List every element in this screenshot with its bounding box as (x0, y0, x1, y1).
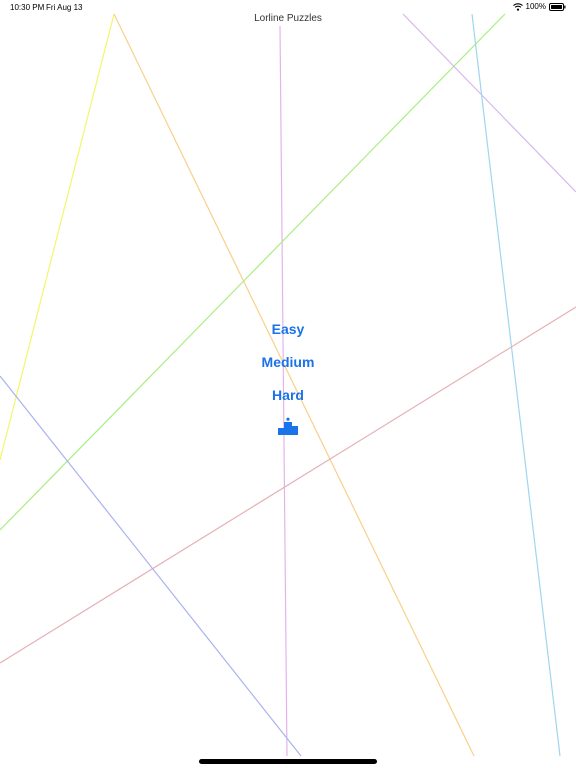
easy-button[interactable]: Easy (272, 312, 305, 345)
status-date: Fri Aug 13 (46, 3, 83, 12)
wifi-icon (512, 2, 523, 11)
status-bar: 10:30 PM Fri Aug 13 100% (0, 0, 576, 14)
status-time: 10:30 PM (10, 3, 45, 12)
leaderboard-button[interactable] (276, 414, 300, 438)
status-right: 100% (512, 2, 566, 11)
line-yellow-left (0, 13, 115, 461)
home-indicator[interactable] (199, 759, 377, 764)
screen: 10:30 PM Fri Aug 13 100% Lorline Puzzles (0, 0, 576, 768)
battery-percentage: 100% (525, 2, 546, 11)
medium-button[interactable]: Medium (262, 345, 315, 378)
hard-button[interactable]: Hard (272, 378, 304, 411)
battery-icon (549, 2, 566, 11)
line-blue-light (471, 13, 561, 757)
line-green (0, 13, 506, 531)
difficulty-menu: Easy Medium Hard (188, 312, 388, 438)
leaderboard-icon (276, 416, 300, 436)
app-title: Lorline Puzzles (254, 13, 322, 24)
